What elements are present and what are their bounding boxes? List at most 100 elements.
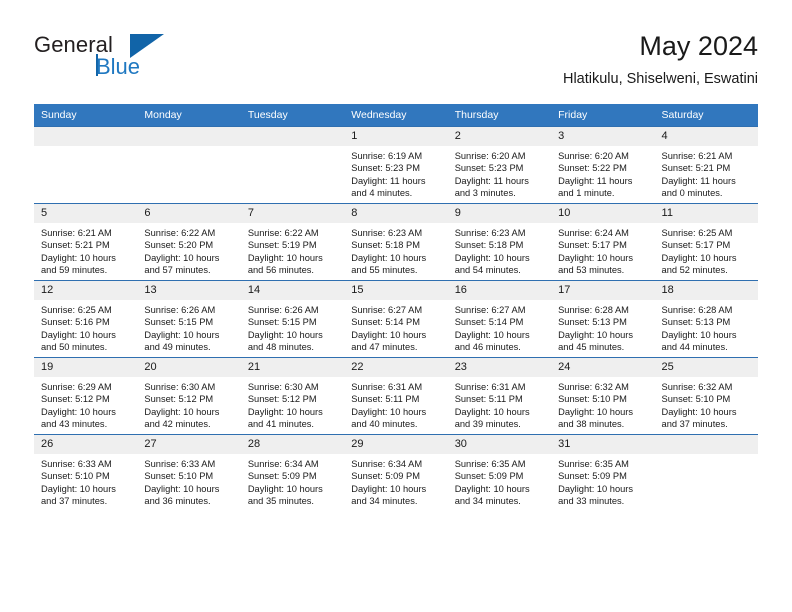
daylight-text: Daylight: 10 hours and 37 minutes. <box>661 406 737 429</box>
sunset-text: Sunset: 5:18 PM <box>454 240 524 251</box>
weekday-header-sunday: Sunday <box>34 104 138 127</box>
calendar-day-cell[interactable]: 26 Sunrise: 6:33 AM Sunset: 5:10 PM Dayligh… <box>34 434 138 511</box>
calendar-day-cell[interactable]: 10 Sunrise: 6:24 AM Sunset: 5:17 PM Dayligh… <box>551 203 655 281</box>
brand-logo[interactable]: General Blue <box>34 32 214 88</box>
calendar-day-cell[interactable]: 15 Sunrise: 6:27 AM Sunset: 5:14 PM Dayligh… <box>344 280 448 358</box>
sunset-text: Sunset: 5:16 PM <box>41 317 110 328</box>
sunrise-text: Sunrise: 6:30 AM <box>144 382 216 392</box>
calendar-day-cell[interactable]: 27 Sunrise: 6:33 AM Sunset: 5:10 PM Dayligh… <box>137 434 241 511</box>
daylight-text: Daylight: 10 hours and 34 minutes. <box>351 483 427 506</box>
daylight-text: Daylight: 11 hours and 4 minutes. <box>351 175 426 198</box>
day-details: Sunrise: 6:25 AM Sunset: 5:17 PM Daylight:… <box>655 223 758 276</box>
calendar-day-cell[interactable]: 24 Sunrise: 6:32 AM Sunset: 5:10 PM Dayligh… <box>551 357 655 435</box>
calendar-day-cell[interactable]: 4 Sunrise: 6:21 AM Sunset: 5:21 PM Daylight… <box>654 126 758 204</box>
day-number: 25 <box>654 358 758 377</box>
day-details: Sunrise: 6:27 AM Sunset: 5:14 PM Daylight:… <box>344 300 447 353</box>
day-details: Sunrise: 6:35 AM Sunset: 5:09 PM Daylight:… <box>551 454 654 507</box>
calendar-day-cell[interactable]: 22 Sunrise: 6:31 AM Sunset: 5:11 PM Dayligh… <box>344 357 448 435</box>
day-number: 21 <box>240 358 345 377</box>
day-details: Sunrise: 6:35 AM Sunset: 5:09 PM Daylight:… <box>448 454 551 507</box>
sunrise-text: Sunrise: 6:30 AM <box>247 382 319 392</box>
daylight-text: Daylight: 10 hours and 55 minutes. <box>351 252 427 275</box>
calendar-day-cell[interactable]: 16 Sunrise: 6:27 AM Sunset: 5:14 PM Dayligh… <box>447 280 552 358</box>
calendar-day-cell[interactable]: 8 Sunrise: 6:23 AM Sunset: 5:18 PM Daylight… <box>344 203 448 281</box>
sunrise-text: Sunrise: 6:25 AM <box>661 228 733 238</box>
sunset-text: Sunset: 5:19 PM <box>247 240 317 251</box>
day-details: Sunrise: 6:33 AM Sunset: 5:10 PM Daylight:… <box>137 454 240 507</box>
day-number: 17 <box>551 281 655 300</box>
sunrise-text: Sunrise: 6:21 AM <box>661 151 733 161</box>
sunrise-text: Sunrise: 6:23 AM <box>351 228 423 238</box>
day-number: 13 <box>137 281 241 300</box>
calendar-day-cell[interactable]: 31 Sunrise: 6:35 AM Sunset: 5:09 PM Dayligh… <box>551 434 655 511</box>
day-details: Sunrise: 6:21 AM Sunset: 5:21 PM Daylight:… <box>34 223 137 276</box>
daylight-text: Daylight: 10 hours and 39 minutes. <box>454 406 530 429</box>
sunrise-text: Sunrise: 6:19 AM <box>351 151 423 161</box>
sunrise-text: Sunrise: 6:23 AM <box>454 228 526 238</box>
sunrise-text: Sunrise: 6:28 AM <box>558 305 629 315</box>
day-details: Sunrise: 6:30 AM Sunset: 5:12 PM Daylight:… <box>241 377 344 430</box>
sunset-text: Sunset: 5:13 PM <box>661 317 731 328</box>
title-block: May 2024 Hlatikulu, Shiselweni, Eswatini <box>563 30 758 90</box>
calendar-day-cell-empty <box>34 126 138 204</box>
calendar-day-cell[interactable]: 5 Sunrise: 6:21 AM Sunset: 5:21 PM Daylight… <box>34 203 138 281</box>
calendar-day-cell[interactable]: 25 Sunrise: 6:32 AM Sunset: 5:10 PM Dayligh… <box>654 357 758 435</box>
day-number: 7 <box>240 204 345 223</box>
daylight-text: Daylight: 10 hours and 44 minutes. <box>661 329 737 352</box>
day-details: Sunrise: 6:28 AM Sunset: 5:13 PM Daylight:… <box>655 300 758 353</box>
sunset-text: Sunset: 5:12 PM <box>144 394 214 405</box>
weekday-header-tuesday: Tuesday <box>240 104 345 127</box>
sunset-text: Sunset: 5:15 PM <box>144 317 214 328</box>
day-details: Sunrise: 6:27 AM Sunset: 5:14 PM Daylight:… <box>448 300 551 353</box>
calendar-day-cell[interactable]: 9 Sunrise: 6:23 AM Sunset: 5:18 PM Daylight… <box>447 203 552 281</box>
day-number: 29 <box>344 435 448 454</box>
calendar-day-cell[interactable]: 19 Sunrise: 6:29 AM Sunset: 5:12 PM Dayligh… <box>34 357 138 435</box>
daylight-text: Daylight: 10 hours and 52 minutes. <box>661 252 737 275</box>
daylight-text: Daylight: 10 hours and 57 minutes. <box>144 252 220 275</box>
calendar-day-cell-empty <box>654 434 758 511</box>
calendar-day-cell[interactable]: 18 Sunrise: 6:28 AM Sunset: 5:13 PM Dayligh… <box>654 280 758 358</box>
day-number: 28 <box>240 435 345 454</box>
sunrise-text: Sunrise: 6:33 AM <box>144 459 216 469</box>
day-details: Sunrise: 6:34 AM Sunset: 5:09 PM Daylight:… <box>344 454 447 507</box>
calendar-day-cell[interactable]: 12 Sunrise: 6:25 AM Sunset: 5:16 PM Dayligh… <box>34 280 138 358</box>
calendar-day-cell[interactable]: 14 Sunrise: 6:26 AM Sunset: 5:15 PM Dayligh… <box>240 280 345 358</box>
day-number: 20 <box>137 358 241 377</box>
calendar-day-cell[interactable]: 3 Sunrise: 6:20 AM Sunset: 5:22 PM Daylight… <box>551 126 655 204</box>
calendar-day-cell[interactable]: 28 Sunrise: 6:34 AM Sunset: 5:09 PM Dayligh… <box>240 434 345 511</box>
sunrise-text: Sunrise: 6:22 AM <box>144 228 216 238</box>
calendar-day-cell-empty <box>240 126 345 204</box>
sunrise-text: Sunrise: 6:24 AM <box>558 228 629 238</box>
sunset-text: Sunset: 5:09 PM <box>351 471 420 482</box>
sunset-text: Sunset: 5:17 PM <box>558 240 627 251</box>
sunrise-text: Sunrise: 6:32 AM <box>661 382 733 392</box>
calendar-day-cell[interactable]: 6 Sunrise: 6:22 AM Sunset: 5:20 PM Daylight… <box>137 203 241 281</box>
sunset-text: Sunset: 5:10 PM <box>41 471 110 482</box>
weekday-header-wednesday: Wednesday <box>344 104 448 127</box>
calendar-day-cell[interactable]: 30 Sunrise: 6:35 AM Sunset: 5:09 PM Dayligh… <box>447 434 552 511</box>
calendar-day-cell[interactable]: 1 Sunrise: 6:19 AM Sunset: 5:23 PM Daylight… <box>344 126 448 204</box>
calendar-day-cell[interactable]: 29 Sunrise: 6:34 AM Sunset: 5:09 PM Dayligh… <box>344 434 448 511</box>
daylight-text: Daylight: 10 hours and 45 minutes. <box>558 329 634 352</box>
daylight-text: Daylight: 10 hours and 49 minutes. <box>144 329 220 352</box>
day-details: Sunrise: 6:25 AM Sunset: 5:16 PM Daylight:… <box>34 300 137 353</box>
calendar-day-cell[interactable]: 23 Sunrise: 6:31 AM Sunset: 5:11 PM Dayligh… <box>447 357 552 435</box>
daylight-text: Daylight: 10 hours and 41 minutes. <box>247 406 323 429</box>
daylight-text: Daylight: 10 hours and 56 minutes. <box>247 252 323 275</box>
calendar-day-cell[interactable]: 2 Sunrise: 6:20 AM Sunset: 5:23 PM Daylight… <box>447 126 552 204</box>
daylight-text: Daylight: 10 hours and 46 minutes. <box>454 329 530 352</box>
day-details: Sunrise: 6:30 AM Sunset: 5:12 PM Daylight:… <box>137 377 240 430</box>
calendar-day-cell[interactable]: 11 Sunrise: 6:25 AM Sunset: 5:17 PM Dayligh… <box>654 203 758 281</box>
day-number: 11 <box>654 204 758 223</box>
page-subtitle: Hlatikulu, Shiselweni, Eswatini <box>562 71 758 87</box>
day-details: Sunrise: 6:34 AM Sunset: 5:09 PM Daylight:… <box>241 454 344 507</box>
calendar-day-cell[interactable]: 7 Sunrise: 6:22 AM Sunset: 5:19 PM Daylight… <box>240 203 345 281</box>
daylight-text: Daylight: 10 hours and 50 minutes. <box>41 329 116 352</box>
day-number: 31 <box>551 435 655 454</box>
calendar-day-cell[interactable]: 17 Sunrise: 6:28 AM Sunset: 5:13 PM Dayligh… <box>551 280 655 358</box>
sunset-text: Sunset: 5:10 PM <box>144 471 214 482</box>
calendar-day-cell[interactable]: 13 Sunrise: 6:26 AM Sunset: 5:15 PM Dayligh… <box>137 280 241 358</box>
day-details: Sunrise: 6:22 AM Sunset: 5:20 PM Daylight:… <box>137 223 240 276</box>
calendar-day-cell[interactable]: 21 Sunrise: 6:30 AM Sunset: 5:12 PM Dayligh… <box>240 357 345 435</box>
calendar-day-cell[interactable]: 20 Sunrise: 6:30 AM Sunset: 5:12 PM Dayligh… <box>137 357 241 435</box>
